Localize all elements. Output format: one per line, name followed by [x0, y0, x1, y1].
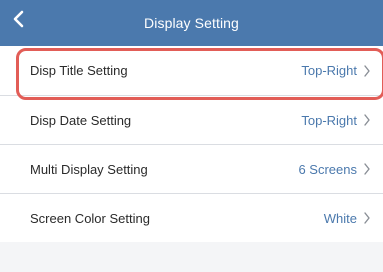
settings-list: Disp Title Setting Top-Right Disp Date S…: [0, 46, 383, 242]
setting-value: 6 Screens: [298, 161, 357, 177]
setting-row-disp-title[interactable]: Disp Title Setting Top-Right: [0, 46, 383, 95]
setting-value: Top-Right: [301, 63, 357, 78]
page-title: Display Setting: [144, 15, 239, 31]
top-bar: Display Setting: [0, 0, 383, 46]
setting-label: Disp Date Setting: [30, 112, 132, 128]
setting-label: Disp Title Setting: [30, 63, 128, 78]
setting-value: White: [323, 210, 357, 226]
setting-value-group: Top-Right: [301, 113, 371, 128]
setting-value-group: White: [324, 211, 371, 226]
setting-value-group: Top-Right: [301, 63, 371, 78]
setting-value: Top-Right: [301, 112, 357, 128]
chevron-right-icon: [364, 64, 370, 77]
setting-row-disp-date[interactable]: Disp Date Setting Top-Right: [0, 95, 383, 144]
chevron-right-icon: [364, 212, 370, 224]
setting-label: Multi Display Setting: [30, 161, 148, 177]
setting-label: Screen Color Setting: [30, 210, 150, 226]
setting-row-multi-display[interactable]: Multi Display Setting 6 Screens: [0, 144, 383, 193]
chevron-right-icon: [364, 114, 370, 126]
setting-row-screen-color[interactable]: Screen Color Setting White: [0, 193, 383, 242]
chevron-right-icon: [364, 163, 370, 175]
setting-value-group: 6 Screens: [298, 162, 371, 177]
